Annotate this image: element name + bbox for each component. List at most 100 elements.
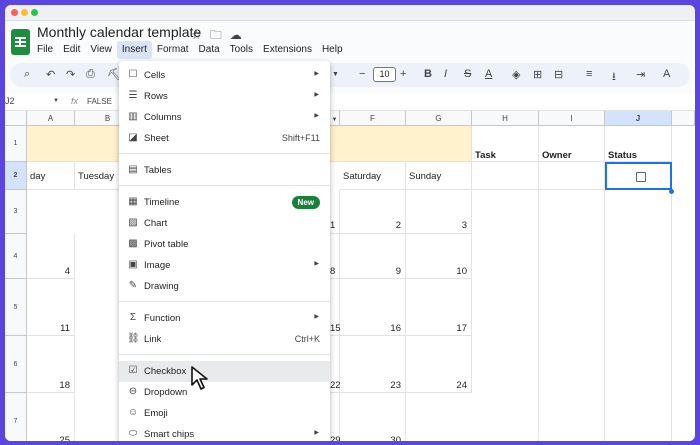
menu-item-image[interactable]: ▣ Image ▶ xyxy=(119,255,330,276)
name-box[interactable]: J2 xyxy=(5,96,15,106)
owner-header[interactable]: Owner xyxy=(539,126,605,162)
menu-item-smart-chips[interactable]: ⬭ Smart chips ▶ xyxy=(119,424,330,441)
menu-item-timeline[interactable]: ▦ Timeline New xyxy=(119,192,330,213)
menu-item-tables[interactable]: ▤ Tables xyxy=(119,160,330,181)
menu-item-checkbox[interactable]: ☑ Checkbox xyxy=(119,361,330,382)
col-header-e[interactable]: ▼ xyxy=(330,111,340,126)
task-header[interactable]: Task xyxy=(472,126,539,162)
task-column-cells[interactable] xyxy=(472,190,539,441)
col-header-f[interactable]: F xyxy=(340,111,406,126)
row-header-2[interactable]: 2 xyxy=(5,162,27,190)
minimize-dot[interactable] xyxy=(21,9,28,16)
menu-item-drawing[interactable]: ✎ Drawing xyxy=(119,276,330,297)
maximize-dot[interactable] xyxy=(31,9,38,16)
date-cell[interactable]: 3 xyxy=(406,190,472,234)
col-header-a[interactable]: A xyxy=(27,111,75,126)
formula-input[interactable]: FALSE xyxy=(87,97,112,106)
borders-icon[interactable]: ⊞ xyxy=(533,68,542,81)
menu-item-rows[interactable]: ☰ Rows ▶ xyxy=(119,86,330,107)
sheets-logo-icon[interactable] xyxy=(11,29,30,55)
date-cell[interactable]: 4 xyxy=(27,234,75,279)
font-dropdown-arrow-icon[interactable]: ▼ xyxy=(332,71,339,78)
bold-icon[interactable]: B xyxy=(424,68,432,80)
menu-item-dropdown[interactable]: ⊖ Dropdown xyxy=(119,382,330,403)
fill-color-icon[interactable]: ◈ xyxy=(512,68,520,81)
decrease-font-size-icon[interactable]: − xyxy=(359,68,365,80)
select-all-corner[interactable] xyxy=(5,111,27,126)
col-header-j[interactable]: J xyxy=(605,111,672,126)
menu-item-columns[interactable]: ▥ Columns ▶ xyxy=(119,107,330,128)
date-cell[interactable]: 25 xyxy=(27,393,75,441)
status-header[interactable]: Status xyxy=(605,126,672,162)
font-size-input[interactable]: 10 xyxy=(373,67,396,82)
row-header-5[interactable]: 5 xyxy=(5,279,27,336)
horizontal-align-icon[interactable]: ≡ xyxy=(586,68,592,80)
menu-item-function[interactable]: Σ Function ▶ xyxy=(119,308,330,329)
redo-icon[interactable]: ↷ xyxy=(66,68,75,81)
name-box-dropdown-icon[interactable]: ▼ xyxy=(53,98,59,104)
menu-item-chart[interactable]: ▨ Chart xyxy=(119,213,330,234)
status-column-cells[interactable] xyxy=(605,190,672,441)
text-rotation-icon[interactable]: A xyxy=(663,68,670,80)
merge-cells-icon[interactable]: ⊟ xyxy=(554,68,563,81)
weekday-cell[interactable]: Sunday xyxy=(406,162,472,190)
date-cell[interactable]: 16 xyxy=(340,279,406,336)
cloud-status-icon[interactable]: ☁ xyxy=(230,28,250,42)
row-header-3[interactable]: 3 xyxy=(5,190,27,234)
row-header-6[interactable]: 6 xyxy=(5,336,27,393)
status-cell-selected[interactable] xyxy=(605,162,672,190)
document-title[interactable]: Monthly calendar template xyxy=(37,24,201,40)
owner-cell[interactable] xyxy=(539,162,605,190)
date-cell[interactable]: 2 xyxy=(340,190,406,234)
date-cell[interactable]: 9 xyxy=(340,234,406,279)
search-icon[interactable]: ⌕ xyxy=(24,68,30,81)
date-cell[interactable]: 24 xyxy=(406,336,472,393)
menu-item-sheet[interactable]: ◪ Sheet Shift+F11 xyxy=(119,128,330,149)
undo-icon[interactable]: ↶ xyxy=(46,68,55,81)
print-icon[interactable]: ⎙ xyxy=(86,68,95,81)
date-cell[interactable]: 18 xyxy=(27,336,75,393)
owner-column-cells[interactable] xyxy=(539,190,605,441)
star-icon[interactable]: ☆ xyxy=(191,28,210,42)
italic-icon[interactable]: I xyxy=(444,68,447,80)
move-folder-icon[interactable]: 🗀 xyxy=(210,28,230,42)
vertical-align-icon[interactable]: ⭳ xyxy=(612,68,616,87)
menu-item-link[interactable]: ⛓ Link Ctrl+K xyxy=(119,329,330,350)
checkbox-icon[interactable] xyxy=(636,172,646,182)
strikethrough-icon[interactable]: S xyxy=(464,68,471,80)
task-cell[interactable] xyxy=(472,162,539,190)
col-header-h[interactable]: H xyxy=(472,111,539,126)
menu-item-cells[interactable]: ☐ Cells ▶ xyxy=(119,65,330,86)
row-header-1[interactable]: 1 xyxy=(5,126,27,162)
menu-view[interactable]: View xyxy=(85,41,117,59)
date-cell[interactable]: 10 xyxy=(406,234,472,279)
close-dot[interactable] xyxy=(11,9,18,16)
row-header-7[interactable]: 7 xyxy=(5,393,27,441)
date-cell[interactable]: 11 xyxy=(27,279,75,336)
col-e-dropdown-icon[interactable]: ▼ xyxy=(332,117,338,123)
increase-font-size-icon[interactable]: + xyxy=(400,68,406,80)
selection-fill-handle[interactable] xyxy=(669,189,674,194)
col-header-i[interactable]: I xyxy=(539,111,605,126)
date-cell[interactable]: 22 xyxy=(330,336,341,393)
weekday-cell[interactable]: day xyxy=(27,162,75,190)
menu-edit[interactable]: Edit xyxy=(58,41,85,59)
weekday-cell[interactable]: Saturday xyxy=(340,162,406,190)
menu-extensions[interactable]: Extensions xyxy=(258,41,317,59)
date-cell[interactable]: 23 xyxy=(340,336,406,393)
date-cell[interactable]: 30 xyxy=(340,393,406,441)
date-cell[interactable]: 29 xyxy=(330,393,341,441)
menu-file[interactable]: File xyxy=(32,41,58,59)
menu-data[interactable]: Data xyxy=(194,41,225,59)
text-wrap-icon[interactable]: ⇥ xyxy=(636,68,645,81)
menu-insert[interactable]: Insert xyxy=(116,41,152,59)
date-cell[interactable]: 17 xyxy=(406,279,472,336)
menu-item-pivot-table[interactable]: ▩ Pivot table xyxy=(119,234,330,255)
row-header-4[interactable]: 4 xyxy=(5,234,27,279)
menu-item-emoji[interactable]: ☺ Emoji xyxy=(119,403,330,424)
menu-tools[interactable]: Tools xyxy=(225,41,258,59)
menu-format[interactable]: Format xyxy=(152,41,194,59)
text-color-icon[interactable]: A xyxy=(485,68,492,80)
menu-help[interactable]: Help xyxy=(317,41,348,59)
col-header-k[interactable] xyxy=(672,111,695,126)
